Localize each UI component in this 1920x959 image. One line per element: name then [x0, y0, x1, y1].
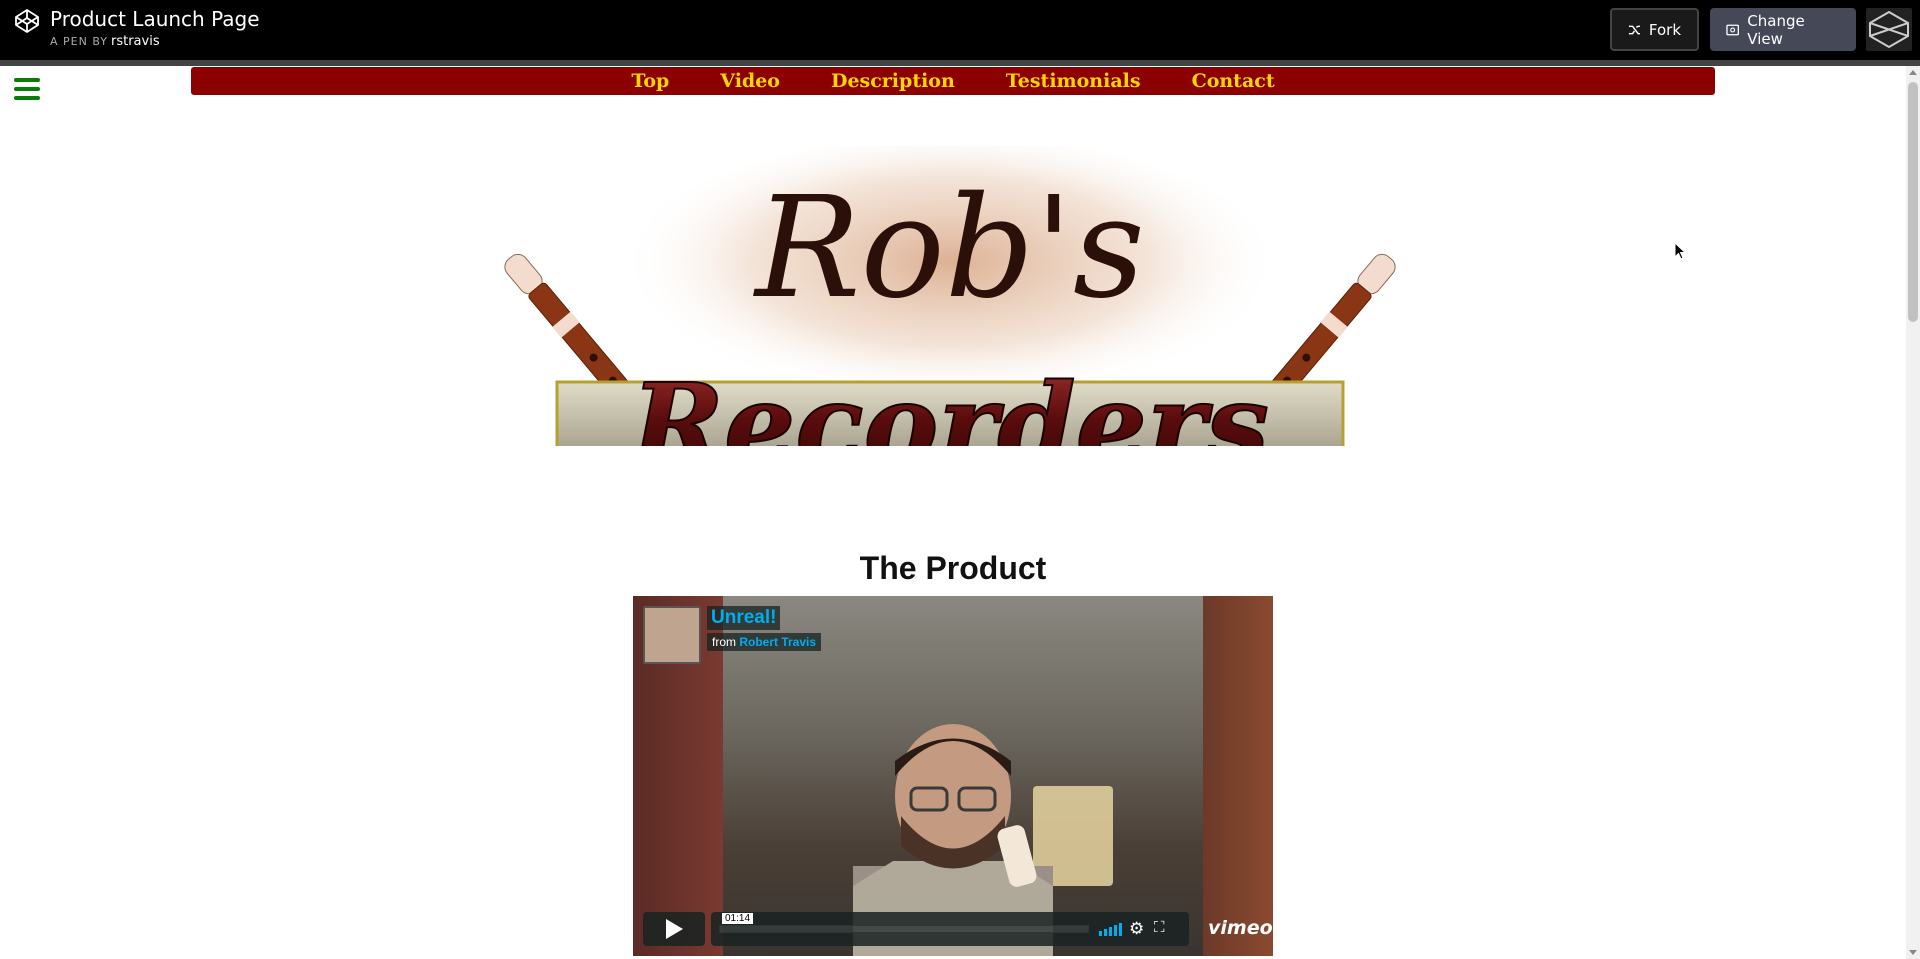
- change-view-button[interactable]: Change View: [1710, 8, 1856, 51]
- nav-link-contact[interactable]: Contact: [1192, 70, 1275, 92]
- nav-link-testimonials[interactable]: Testimonials: [1006, 70, 1141, 92]
- product-heading: The Product: [859, 550, 1047, 586]
- preview-scrollbar[interactable]: [1906, 66, 1920, 959]
- logo-robs-text: Rob's: [752, 167, 1145, 330]
- pen-author-link[interactable]: rstravis: [111, 34, 160, 49]
- play-icon: [665, 919, 683, 939]
- change-view-label: Change View: [1747, 11, 1805, 48]
- codepen-header: Product Launch Page A PEN BY rstravis For…: [0, 0, 1920, 60]
- video-title-link[interactable]: Unreal!: [707, 606, 781, 630]
- nav-link-video[interactable]: Video: [720, 70, 780, 92]
- video-author-avatar[interactable]: [643, 606, 701, 664]
- settings-gear-icon[interactable]: ⚙: [1129, 919, 1144, 939]
- vimeo-logo[interactable]: vimeo: [1208, 917, 1273, 939]
- pen-preview: Top Video Description Testimonials Conta…: [0, 66, 1906, 959]
- scroll-up-arrow-icon[interactable]: [1909, 70, 1917, 75]
- change-view-icon: [1726, 24, 1739, 35]
- hamburger-menu-icon[interactable]: [14, 78, 40, 100]
- robs-recorders-logo: Rob's Recorders: [504, 146, 1396, 446]
- progress-bar[interactable]: 01:14: [719, 913, 1089, 933]
- video-byline-prefix: from: [712, 635, 736, 649]
- nav-link-description[interactable]: Description: [831, 70, 955, 92]
- scroll-down-arrow-icon[interactable]: [1909, 950, 1917, 955]
- scroll-thumb[interactable]: [1908, 82, 1918, 322]
- byline-prefix: A PEN BY: [50, 35, 108, 48]
- fork-icon: [1628, 25, 1640, 34]
- fullscreen-icon[interactable]: ⛶: [1154, 919, 1165, 936]
- logo-recorders-text: Recorders: [628, 360, 1269, 446]
- mouse-cursor-icon: [1674, 242, 1686, 260]
- play-button[interactable]: [643, 912, 705, 946]
- volume-icon[interactable]: [1099, 922, 1122, 936]
- nav-link-top[interactable]: Top: [631, 70, 669, 92]
- video-time: 01:14: [722, 913, 754, 924]
- video-byline: from Robert Travis: [707, 633, 822, 651]
- user-avatar[interactable]: [1866, 8, 1912, 51]
- video-control-bar: 01:14 ⚙ ⛶: [711, 912, 1189, 946]
- fork-button[interactable]: Fork: [1610, 8, 1699, 51]
- fork-label: Fork: [1648, 20, 1681, 39]
- codepen-logo-icon[interactable]: [14, 8, 40, 34]
- site-navbar: Top Video Description Testimonials Conta…: [191, 67, 1715, 95]
- pen-byline: A PEN BY rstravis: [50, 34, 160, 49]
- pen-title: Product Launch Page: [50, 7, 260, 31]
- video-player[interactable]: Unreal! from Robert Travis 01:14 ⚙ ⛶ vim…: [633, 596, 1273, 956]
- video-controls: 01:14 ⚙ ⛶ vimeo: [643, 912, 1273, 946]
- video-author-link[interactable]: Robert Travis: [739, 635, 816, 649]
